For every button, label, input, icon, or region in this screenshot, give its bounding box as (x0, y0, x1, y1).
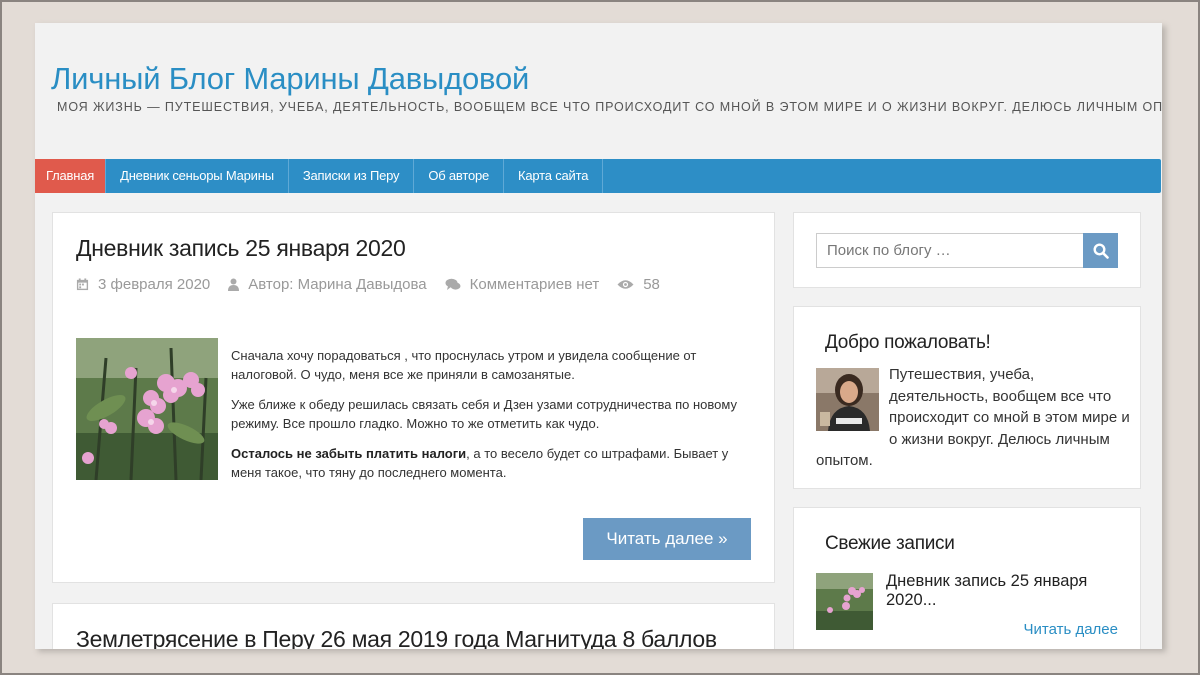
site-title[interactable]: Личный Блог Марины Давыдовой (51, 61, 529, 97)
nav-item-home[interactable]: Главная (35, 159, 107, 193)
excerpt-paragraph: Сначала хочу порадоваться , что проснула… (231, 348, 697, 382)
post-card: Землетрясение в Перу 26 мая 2019 года Ма… (52, 603, 775, 649)
nav-item-peru-notes[interactable]: Записки из Перу (289, 159, 415, 193)
excerpt-paragraph: Осталось не забыть платить налоги, а то … (231, 445, 751, 482)
post-excerpt: Сначала хочу порадоваться , что проснула… (231, 347, 751, 494)
post-date-text[interactable]: 3 февраля 2020 (98, 276, 210, 293)
post-comments: Комментариев нет (445, 276, 600, 293)
calendar-icon (76, 278, 89, 291)
post-title[interactable]: Дневник запись 25 января 2020 (76, 235, 406, 262)
search-button[interactable] (1083, 233, 1118, 268)
recent-thumbnail[interactable] (816, 573, 873, 630)
post-views-count: 58 (643, 276, 660, 293)
read-more-button[interactable]: Читать далее » (583, 518, 751, 560)
search-icon (1092, 242, 1109, 259)
main-nav: Главная Дневник сеньоры Марины Записки и… (35, 159, 1161, 193)
user-icon (228, 278, 240, 291)
search-input[interactable] (816, 233, 1084, 268)
welcome-widget: Добро пожаловать! Путешествия, учеба, де… (793, 306, 1141, 489)
post-thumbnail[interactable] (76, 338, 218, 480)
nav-item-sitemap[interactable]: Карта сайта (504, 159, 604, 193)
page: Личный Блог Марины Давыдовой МОЯ ЖИЗНЬ —… (35, 23, 1162, 649)
post-author-text[interactable]: Автор: Марина Давыдова (248, 276, 426, 293)
nav-item-about[interactable]: Об авторе (414, 159, 505, 193)
post-title[interactable]: Землетрясение в Перу 26 мая 2019 года Ма… (76, 626, 717, 649)
recent-title: Свежие записи (825, 533, 955, 554)
nav-item-diary[interactable]: Дневник сеньоры Марины (106, 159, 289, 193)
post-author: Автор: Марина Давыдова (228, 276, 427, 293)
eye-icon (617, 280, 634, 289)
post-comments-text[interactable]: Комментариев нет (470, 276, 600, 293)
post-card: Дневник запись 25 января 2020 3 февраля … (52, 212, 775, 583)
recent-read-more-link[interactable]: Читать далее (1024, 621, 1118, 638)
comments-icon (445, 278, 461, 290)
post-date: 3 февраля 2020 (76, 276, 210, 293)
welcome-title: Добро пожаловать! (825, 332, 991, 353)
recent-posts-widget: Свежие записи Дневник запись 25 января 2… (793, 507, 1141, 649)
recent-post-title[interactable]: Дневник запись 25 января 2020... (886, 572, 1126, 610)
post-views: 58 (617, 276, 660, 293)
post-meta: 3 февраля 2020 Автор: Марина Давыдова Ко… (76, 276, 678, 293)
welcome-text: Путешествия, учеба, деятельность, вообще… (816, 364, 1131, 472)
site-description: МОЯ ЖИЗНЬ — ПУТЕШЕСТВИЯ, УЧЕБА, ДЕЯТЕЛЬН… (57, 100, 1162, 114)
excerpt-paragraph: Уже ближе к обеду решилась связать себя … (231, 397, 737, 431)
excerpt-bold: Осталось не забыть платить налоги (231, 446, 467, 461)
search-widget (793, 212, 1141, 288)
